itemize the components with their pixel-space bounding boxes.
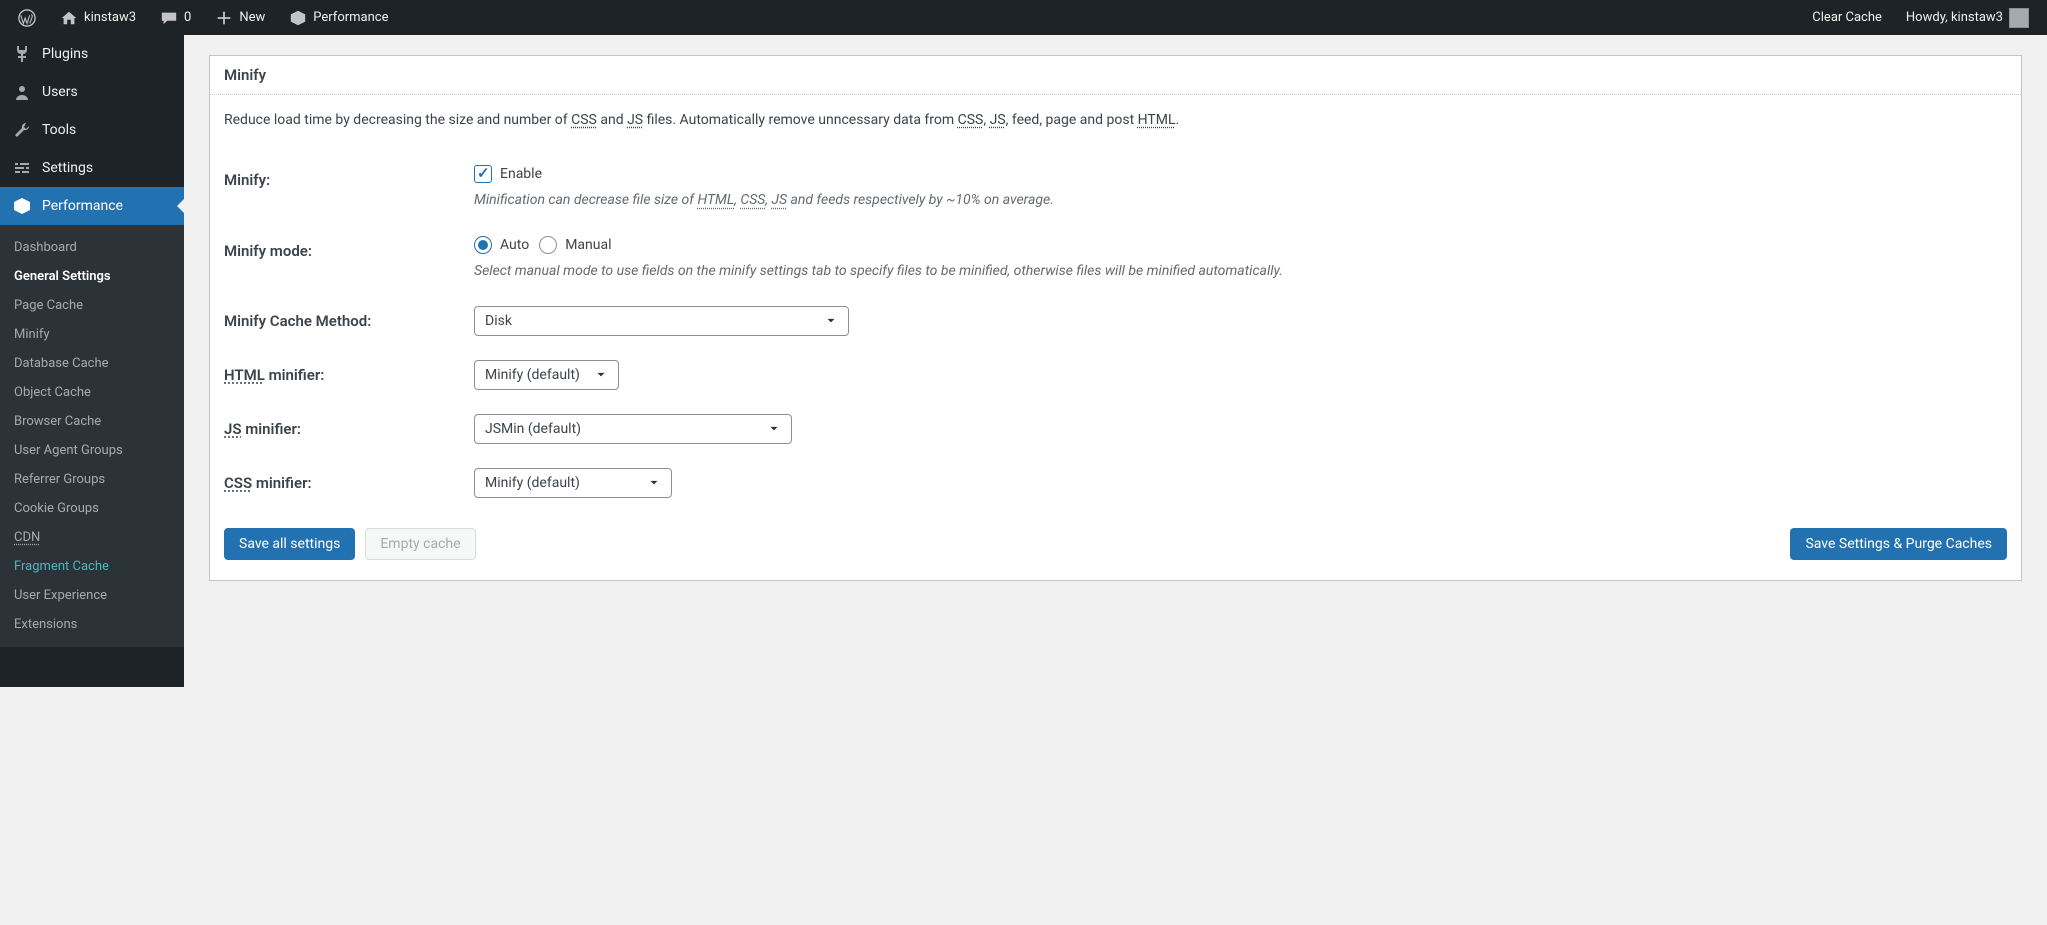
plug-icon — [12, 44, 32, 64]
submenu-cookie-groups[interactable]: Cookie Groups — [0, 494, 184, 523]
minify-mode-manual-radio[interactable] — [539, 236, 557, 254]
menu-label: Plugins — [42, 46, 88, 62]
submenu-user-experience[interactable]: User Experience — [0, 581, 184, 610]
minify-postbox: Minify Reduce load time by decreasing th… — [209, 55, 2022, 581]
minify-mode-auto-radio[interactable] — [474, 236, 492, 254]
wordpress-icon — [18, 9, 36, 27]
submenu-page-cache[interactable]: Page Cache — [0, 291, 184, 320]
sidebar-item-plugins[interactable]: Plugins — [0, 35, 184, 73]
submenu-referrer-groups[interactable]: Referrer Groups — [0, 465, 184, 494]
clear-cache-link[interactable]: Clear Cache — [1802, 0, 1892, 35]
manual-label: Manual — [565, 237, 611, 253]
submenu-fragment-cache[interactable]: Fragment Cache — [0, 552, 184, 581]
minify-enable-checkbox[interactable] — [474, 165, 492, 183]
chevron-down-icon — [824, 314, 838, 328]
sidebar-item-users[interactable]: Users — [0, 73, 184, 111]
wrench-icon — [12, 120, 32, 140]
submenu-user-agent-groups[interactable]: User Agent Groups — [0, 436, 184, 465]
submenu-database-cache[interactable]: Database Cache — [0, 349, 184, 378]
enable-text: Enable — [500, 166, 542, 182]
minify-enable-label: Minify: — [224, 153, 474, 223]
menu-label: Tools — [42, 122, 76, 138]
js-minifier-select[interactable]: JSMin (default) — [474, 414, 792, 444]
css-minifier-select[interactable]: Minify (default) — [474, 468, 672, 498]
minify-enable-desc: Minification can decrease file size of H… — [474, 189, 2007, 211]
html-minifier-label: HTML minifier: — [224, 348, 474, 402]
css-minifier-label: CSS minifier: — [224, 456, 474, 510]
cache-method-select[interactable]: Disk — [474, 306, 849, 336]
wp-logo[interactable] — [8, 0, 46, 35]
chevron-down-icon — [647, 476, 661, 490]
save-all-button[interactable]: Save all settings — [224, 528, 355, 560]
menu-label: Settings — [42, 160, 93, 176]
submenu-browser-cache[interactable]: Browser Cache — [0, 407, 184, 436]
submenu-dashboard[interactable]: Dashboard — [0, 233, 184, 262]
chevron-down-icon — [767, 422, 781, 436]
box-icon — [289, 9, 307, 27]
site-link[interactable]: kinstaw3 — [50, 0, 146, 35]
user-icon — [12, 82, 32, 102]
js-minifier-label: JS minifier: — [224, 402, 474, 456]
minify-mode-label: Minify mode: — [224, 224, 474, 294]
save-purge-button[interactable]: Save Settings & Purge Caches — [1790, 528, 2007, 560]
submenu-general-settings[interactable]: General Settings — [0, 262, 184, 291]
site-name: kinstaw3 — [84, 10, 136, 25]
minify-mode-desc: Select manual mode to use fields on the … — [474, 260, 2007, 282]
howdy-account[interactable]: Howdy, kinstaw3 — [1896, 0, 2039, 35]
submenu-cdn[interactable]: CDN — [0, 523, 184, 552]
comments-count: 0 — [184, 10, 191, 25]
submenu-object-cache[interactable]: Object Cache — [0, 378, 184, 407]
performance-link[interactable]: Performance — [279, 0, 398, 35]
menu-label: Users — [42, 84, 78, 100]
submenu-extensions[interactable]: Extensions — [0, 610, 184, 639]
home-icon — [60, 9, 78, 27]
postbox-title: Minify — [210, 56, 2021, 95]
submenu-minify[interactable]: Minify — [0, 320, 184, 349]
empty-cache-button[interactable]: Empty cache — [365, 528, 475, 560]
cache-method-label: Minify Cache Method: — [224, 294, 474, 348]
intro-text: Reduce load time by decreasing the size … — [224, 109, 2007, 131]
new-label: New — [239, 10, 265, 25]
performance-label: Performance — [313, 10, 388, 25]
new-link[interactable]: New — [205, 0, 275, 35]
admin-bar: kinstaw3 0 New Performance Clear Cache H… — [0, 0, 2047, 35]
sidebar-item-tools[interactable]: Tools — [0, 111, 184, 149]
html-minifier-select[interactable]: Minify (default) — [474, 360, 619, 390]
avatar — [2009, 8, 2029, 28]
sidebar-item-performance[interactable]: Performance — [0, 187, 184, 225]
sidebar-item-settings[interactable]: Settings — [0, 149, 184, 187]
menu-label: Performance — [42, 198, 123, 214]
content-area: Minify Reduce load time by decreasing th… — [184, 35, 2047, 687]
plus-icon — [215, 9, 233, 27]
button-row: Save all settings Empty cache Save Setti… — [224, 528, 2007, 560]
comment-icon — [160, 9, 178, 27]
box-icon — [12, 196, 32, 216]
auto-label: Auto — [500, 237, 529, 253]
chevron-down-icon — [594, 368, 608, 382]
admin-sidebar: Plugins Users Tools Settings Performance — [0, 35, 184, 687]
comments-link[interactable]: 0 — [150, 0, 201, 35]
sidebar-submenu: Dashboard General Settings Page Cache Mi… — [0, 225, 184, 647]
sliders-icon — [12, 158, 32, 178]
